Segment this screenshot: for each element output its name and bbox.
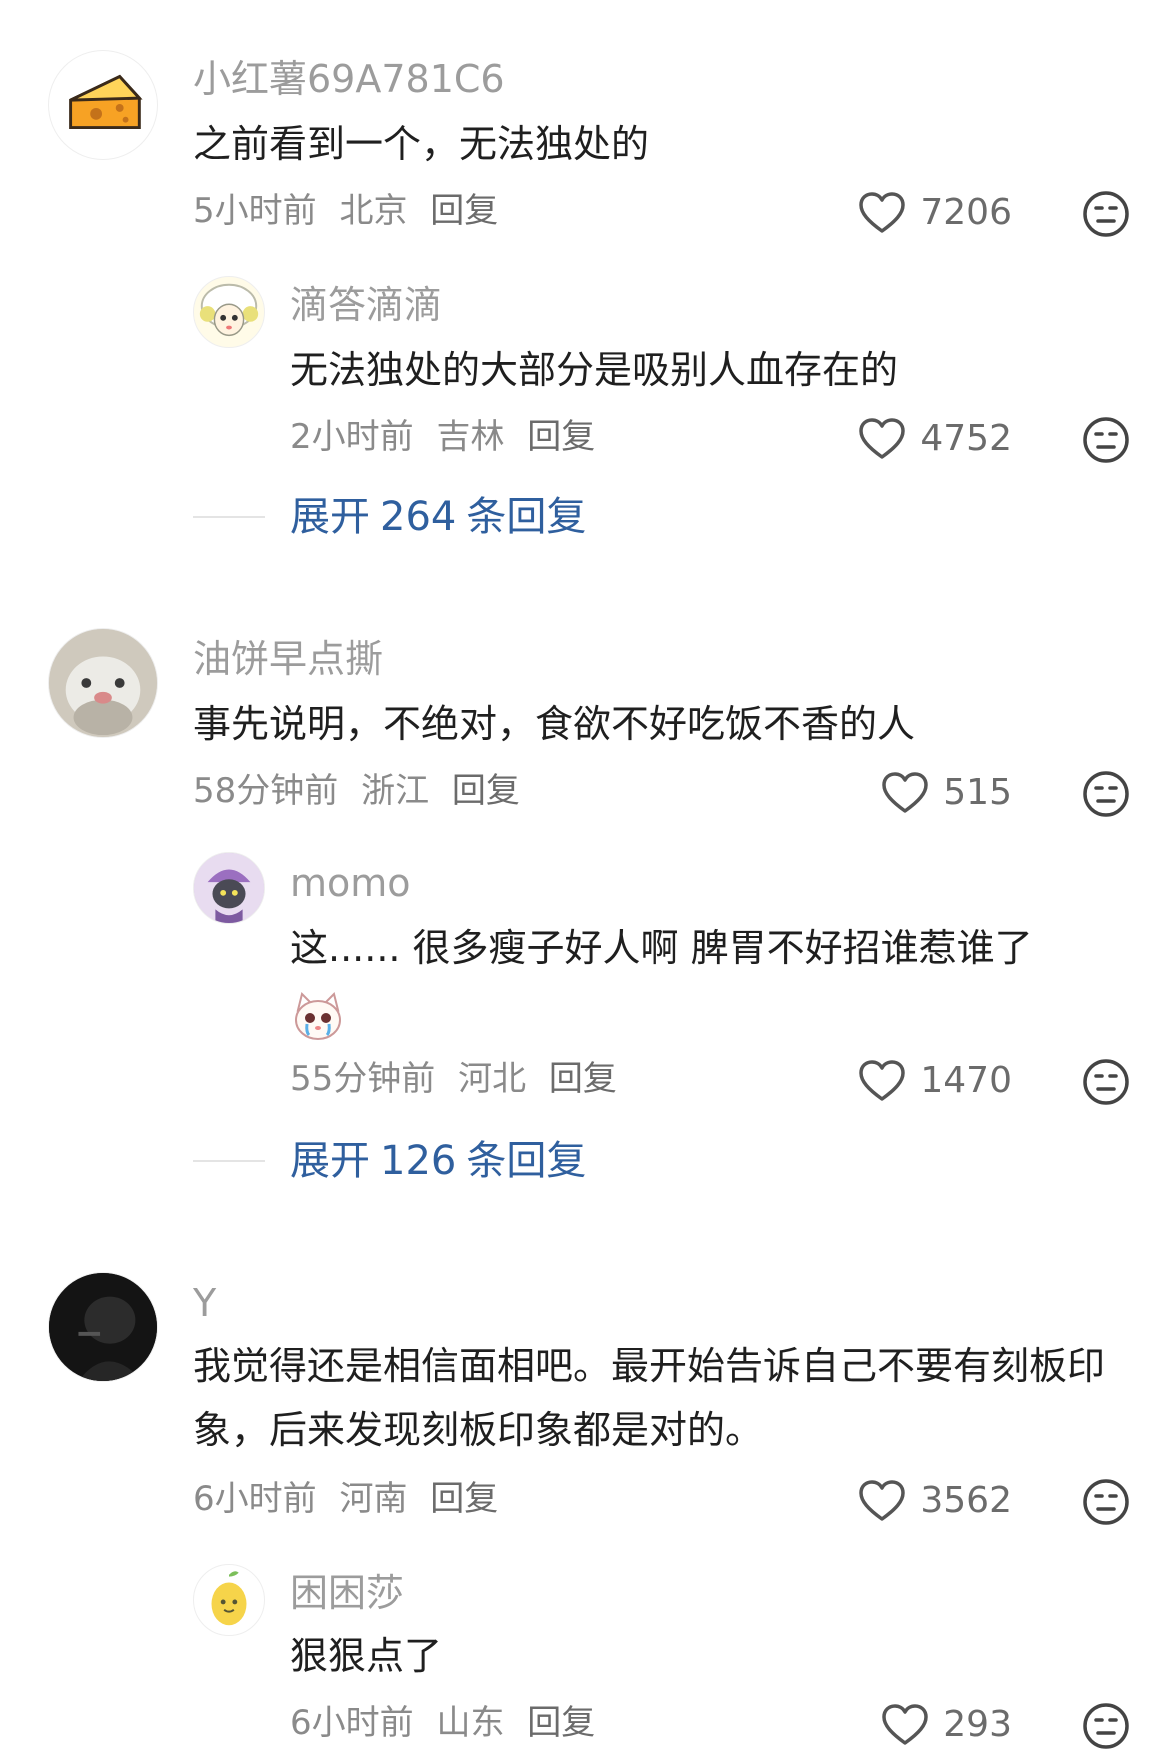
avatar[interactable] [193, 1564, 265, 1636]
reply-text: 狠狠点了 [290, 1634, 443, 1678]
comment-meta: 6小时前 河南 回复 [193, 1478, 510, 1520]
emoji-face-icon [1083, 1479, 1129, 1525]
username[interactable]: Y [193, 1280, 216, 1326]
emoji-face-icon [1083, 417, 1129, 463]
emoji-face-icon [1083, 191, 1129, 237]
reply-location: 河北 [458, 1059, 527, 1099]
comment-text: 事先说明，不绝对，食欲不好吃饭不香的人 [193, 702, 916, 746]
emoji-reaction-button[interactable] [1082, 190, 1130, 238]
reply-time: 6小时前 [290, 1703, 414, 1743]
like-count: 293 [943, 1704, 1012, 1745]
witch-character-avatar-icon [194, 853, 264, 923]
heart-outline-icon [859, 418, 906, 459]
expand-replies-link[interactable]: 展开 126 条回复 [290, 1137, 586, 1185]
reply-time: 2小时前 [290, 417, 414, 457]
like-button[interactable]: 293 [792, 1703, 1012, 1747]
expand-divider [193, 516, 265, 518]
reply-button[interactable]: 回复 [430, 191, 498, 231]
cheese-avatar-icon [69, 74, 143, 130]
emoji-reaction-button[interactable] [1082, 1478, 1130, 1526]
emoji-face-icon [1083, 1703, 1129, 1749]
like-button[interactable]: 4752 [792, 417, 1012, 461]
reply-meta: 2小时前 吉林 回复 [290, 416, 607, 458]
reply-button[interactable]: 回复 [452, 771, 520, 811]
lemon-avatar-icon [211, 1571, 247, 1626]
username[interactable]: 困困莎 [290, 1570, 404, 1616]
reply-location: 吉林 [436, 417, 505, 457]
like-count: 3562 [920, 1480, 1012, 1521]
expand-replies-link[interactable]: 展开 264 条回复 [290, 493, 586, 541]
reply-button[interactable]: 回复 [430, 1479, 498, 1519]
heart-outline-icon [882, 1704, 929, 1745]
heart-outline-icon [859, 1480, 906, 1521]
emoji-reaction-button[interactable] [1082, 1702, 1130, 1750]
comment-meta: 5小时前 北京 回复 [193, 190, 510, 232]
reply-time: 55分钟前 [290, 1059, 436, 1099]
like-button[interactable]: 3562 [792, 1479, 1012, 1523]
expand-prefix: 展开 [290, 1138, 370, 1184]
comment-time: 58分钟前 [193, 771, 339, 811]
reply-button[interactable]: 回复 [527, 417, 595, 457]
emoji-reaction-button[interactable] [1082, 1058, 1130, 1106]
expand-suffix: 条回复 [466, 494, 587, 540]
comment-text: 之前看到一个，无法独处的 [193, 122, 650, 166]
expand-count: 126 [380, 1138, 457, 1184]
comment-location: 浙江 [361, 771, 430, 811]
anime-sheep-avatar-icon [199, 283, 259, 337]
reply-location: 山东 [436, 1703, 505, 1743]
crying-cat-emoji-icon [295, 992, 341, 1040]
comment-meta: 58分钟前 浙江 回复 [193, 770, 532, 812]
avatar[interactable] [48, 1272, 158, 1382]
emoji-reaction-button[interactable] [1082, 416, 1130, 464]
comment-text: 我觉得还是相信面相吧。最开始告诉自己不要有刻板印象，后来发现刻板印象都是对的。 [193, 1344, 1106, 1452]
reply-meta: 6小时前 山东 回复 [290, 1702, 607, 1744]
expand-count: 264 [380, 494, 457, 540]
avatar[interactable] [48, 628, 158, 738]
reply-text: 无法独处的大部分是吸别人血存在的 [290, 348, 899, 392]
expand-divider [193, 1160, 265, 1162]
like-button[interactable]: 7206 [792, 191, 1012, 235]
comment-time: 6小时前 [193, 1479, 317, 1519]
like-button[interactable]: 1470 [792, 1059, 1012, 1103]
like-count: 4752 [920, 418, 1012, 459]
username[interactable]: 油饼早点撕 [193, 636, 383, 682]
like-button[interactable]: 515 [792, 771, 1012, 815]
username[interactable]: 滴答滴滴 [290, 282, 442, 328]
comment-location: 北京 [339, 191, 408, 231]
heart-outline-icon [859, 1060, 906, 1101]
avatar[interactable] [48, 50, 158, 160]
reply-button[interactable]: 回复 [549, 1059, 617, 1099]
emoji-reaction-button[interactable] [1082, 770, 1130, 818]
reply-button[interactable]: 回复 [527, 1703, 595, 1743]
emoji-face-icon [1083, 771, 1129, 817]
cat-photo-avatar-icon [49, 629, 157, 737]
crying-cat-sticker [290, 988, 346, 1044]
comment-time: 5小时前 [193, 191, 317, 231]
like-count: 515 [943, 772, 1012, 813]
avatar[interactable] [193, 276, 265, 348]
username[interactable]: momo [290, 860, 411, 906]
emoji-face-icon [1083, 1059, 1129, 1105]
expand-suffix: 条回复 [466, 1138, 587, 1184]
heart-outline-icon [859, 192, 906, 233]
heart-outline-icon [882, 772, 929, 813]
username[interactable]: 小红薯69A781C6 [193, 56, 505, 102]
like-count: 7206 [920, 192, 1012, 233]
expand-prefix: 展开 [290, 494, 370, 540]
reply-text: 这...... 很多瘦子好人啊 脾胃不好招谁惹谁了 [290, 916, 1130, 1044]
reply-text-body: 这...... 很多瘦子好人啊 脾胃不好招谁惹谁了 [290, 926, 1033, 970]
comment-location: 河南 [339, 1479, 408, 1519]
reply-meta: 55分钟前 河北 回复 [290, 1058, 629, 1100]
dark-photo-avatar-icon [49, 1273, 157, 1381]
avatar[interactable] [193, 852, 265, 924]
like-count: 1470 [920, 1060, 1012, 1101]
